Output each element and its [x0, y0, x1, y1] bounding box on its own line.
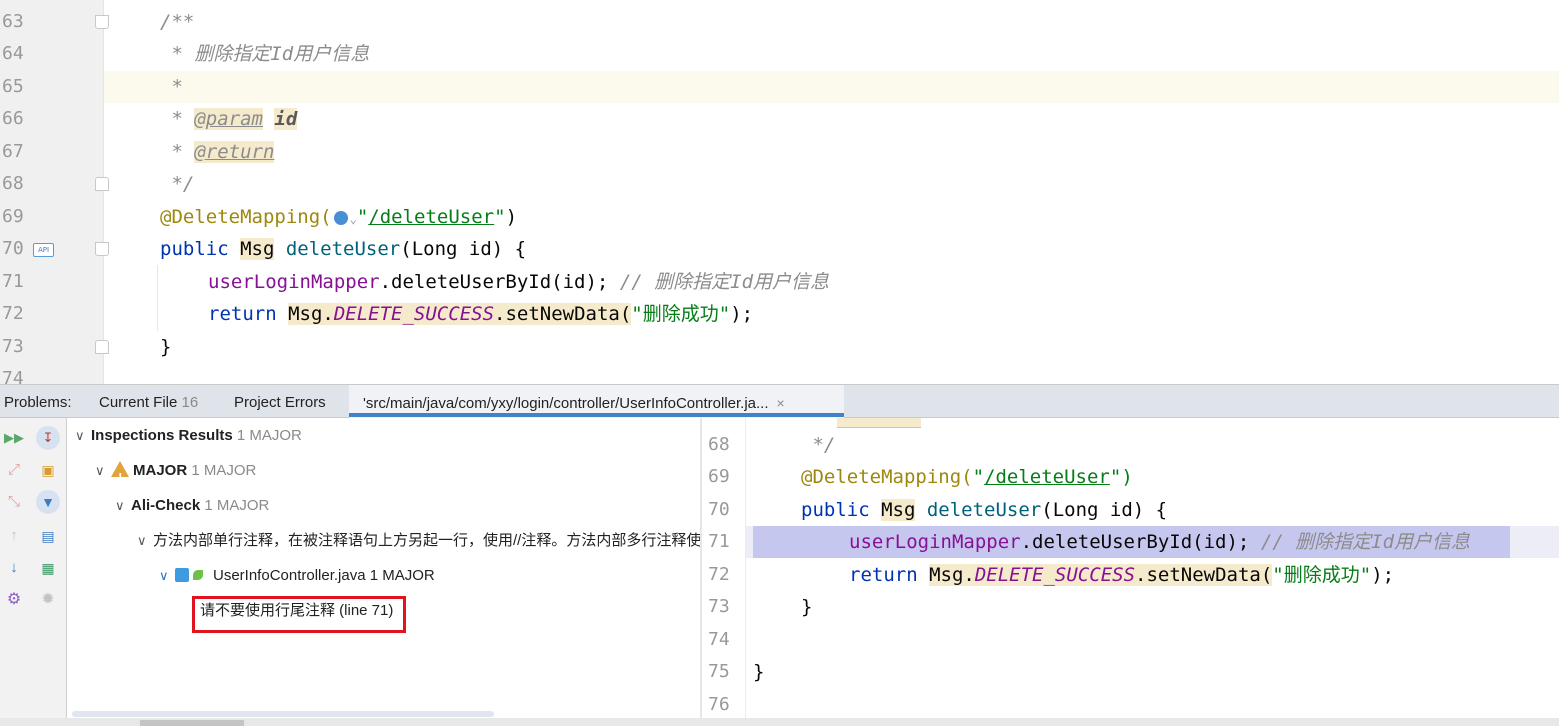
fold-toggle-icon[interactable]	[95, 15, 109, 29]
code-line-72: return Msg.DELETE_SUCCESS.setNewData("删除…	[208, 303, 754, 325]
code-line-65: *	[160, 76, 183, 98]
fold-toggle-icon[interactable]	[95, 177, 109, 191]
tab-current-file[interactable]: Current File 16	[99, 385, 198, 418]
preview-line-68: */	[801, 434, 836, 456]
api-endpoint-icon[interactable]: API	[33, 243, 54, 257]
fold-toggle-icon[interactable]	[95, 340, 109, 354]
tree-root[interactable]: ∨ Inspections Results 1 MAJOR	[75, 421, 302, 451]
line-number: 76	[708, 694, 730, 715]
line-number: 75	[708, 661, 730, 682]
code-line-67: * @return	[160, 141, 275, 163]
preview-line-72: return Msg.DELETE_SUCCESS.setNewData("删除…	[849, 564, 1395, 586]
export-icon[interactable]: ▦	[38, 558, 58, 578]
code-line-70: public Msg deleteUser(Long id) {	[160, 238, 527, 260]
preview-line-70: public Msg deleteUser(Long id) {	[801, 499, 1168, 521]
line-number: 72	[708, 564, 730, 585]
collapse-all-icon[interactable]: ⤡	[4, 492, 24, 512]
problems-label: Problems:	[4, 394, 72, 411]
chevron-down-icon[interactable]: ∨	[75, 421, 91, 451]
tree-severity-major[interactable]: ∨MAJOR 1 MAJOR	[95, 456, 256, 493]
preview-line-73: }	[801, 596, 813, 618]
code-line-69: @DeleteMapping(⌄"/deleteUser")	[160, 206, 518, 228]
problem-highlight-box	[192, 596, 406, 633]
next-icon[interactable]: ↓	[4, 558, 24, 578]
line-number: 71	[2, 271, 24, 292]
warning-icon	[111, 461, 129, 493]
line-number: 65	[2, 76, 24, 97]
line-number: 70	[708, 499, 730, 520]
active-tab-indicator	[349, 413, 844, 417]
line-number: 69	[2, 206, 24, 227]
line-number: 69	[708, 466, 730, 487]
code-line-63: /**	[160, 11, 195, 33]
code-editor[interactable]: 63 64 65 66 67 68 69 70 71 72 73 74 API …	[0, 0, 1559, 384]
code-line-66: * @param id	[160, 108, 298, 130]
line-number: 74	[2, 368, 24, 384]
gear-icon[interactable]: ⚙	[4, 590, 24, 610]
code-preview[interactable]: 68 69 70 71 72 73 74 75 76 */ @DeleteMap…	[702, 418, 1559, 718]
previous-icon[interactable]: ↑	[4, 526, 24, 546]
code-line-68: */	[160, 173, 195, 195]
spring-icon	[193, 570, 203, 580]
chevron-down-icon[interactable]: ∨	[159, 561, 175, 591]
line-number: 73	[2, 336, 24, 357]
line-number: 64	[2, 43, 24, 64]
globe-icon[interactable]	[333, 210, 348, 225]
terminal-icon[interactable]: ▤	[38, 526, 58, 546]
sort-icon[interactable]: ↧	[36, 426, 60, 450]
close-icon[interactable]: ×	[777, 395, 785, 411]
code-line-64: * 删除指定Id用户信息	[160, 43, 370, 65]
line-number: 74	[708, 629, 730, 650]
tree-rule[interactable]: ∨ 方法内部单行注释，在被注释语句上方另起一行，使用//注释。方法内部多行注释使	[137, 526, 701, 556]
chevron-down-icon[interactable]: ∨	[95, 456, 111, 486]
chevron-down-icon[interactable]: ⌄	[350, 212, 357, 226]
horizontal-scrollbar[interactable]	[72, 711, 494, 717]
filter-icon[interactable]: ▼	[36, 490, 60, 514]
tree-file[interactable]: ∨ UserInfoController.java 1 MAJOR	[159, 561, 435, 591]
current-line-highlight	[104, 71, 1559, 103]
problems-toolbar: ▶▶ ↧ ⤢ ▣ ⤡ ▼ ↑ ▤ ↓ ▦ ⚙ ✹	[0, 418, 67, 726]
autoscroll-icon[interactable]: ▣	[38, 460, 58, 480]
tab-project-errors[interactable]: Project Errors	[234, 385, 326, 418]
rerun-icon[interactable]: ▶▶	[4, 428, 24, 448]
scrollbar-thumb[interactable]	[140, 720, 244, 726]
line-number: 73	[708, 596, 730, 617]
chevron-down-icon[interactable]: ∨	[137, 526, 153, 556]
line-number: 67	[2, 141, 24, 162]
inspection-results-tree: ∨Inspections Results 1 MAJOR ∨MAJOR 1 MA…	[67, 418, 701, 726]
code-line-73: }	[160, 336, 172, 358]
lightbulb-icon[interactable]: ✹	[38, 590, 58, 610]
fold-toggle-icon[interactable]	[95, 242, 109, 256]
chevron-down-icon[interactable]: ∨	[115, 491, 131, 521]
line-number: 68	[708, 434, 730, 455]
code-line-71: userLoginMapper.deleteUserById(id); // 删…	[208, 271, 830, 293]
preview-line-69: @DeleteMapping("/deleteUser")	[801, 466, 1133, 488]
line-number: 68	[2, 173, 24, 194]
expand-all-icon[interactable]: ⤢	[4, 460, 24, 480]
line-number: 63	[2, 11, 24, 32]
line-number: 71	[708, 531, 730, 552]
preview-line-71: userLoginMapper.deleteUserById(id); // 删…	[849, 531, 1471, 553]
tree-ali-check[interactable]: ∨ Ali-Check 1 MAJOR	[115, 491, 269, 521]
java-class-icon	[175, 568, 189, 582]
line-number: 72	[2, 303, 24, 324]
line-number: 66	[2, 108, 24, 129]
preview-line-75: }	[753, 661, 765, 683]
line-number: 70	[2, 238, 24, 259]
